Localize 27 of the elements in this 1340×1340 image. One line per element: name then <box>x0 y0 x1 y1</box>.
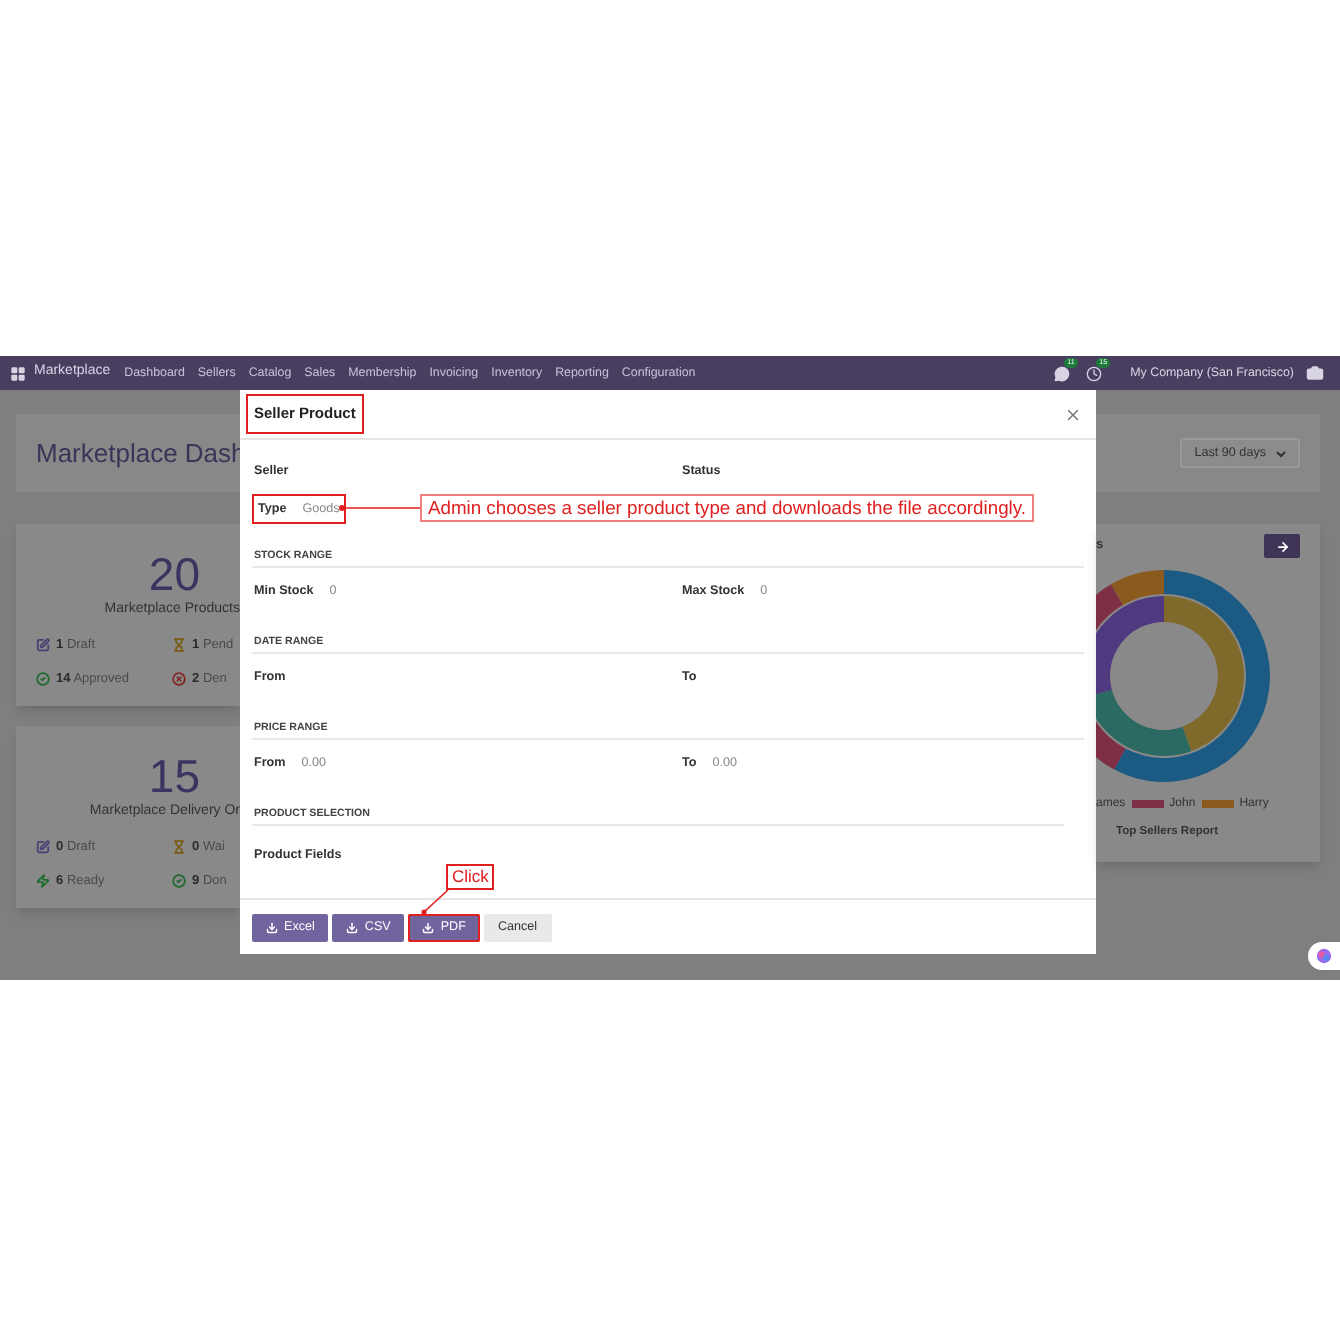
count-number: 15 <box>148 750 200 802</box>
bolt-icon <box>36 874 50 889</box>
floating-button[interactable] <box>1308 942 1340 970</box>
annotation-callout: Admin chooses a seller product type and downloads the file accordingly. <box>420 494 1034 522</box>
camera-icon[interactable] <box>1306 364 1324 382</box>
count-number: 20 <box>148 548 200 600</box>
download-icon <box>346 921 359 933</box>
check-circle-icon <box>36 672 50 687</box>
pencil-icon <box>36 638 50 653</box>
x-circle-icon <box>172 672 186 687</box>
arrow-button[interactable] <box>1264 534 1300 558</box>
check-circle-icon <box>172 874 186 889</box>
clock-icon[interactable] <box>1086 365 1103 381</box>
flower-icon <box>1316 948 1332 964</box>
download-icon <box>422 921 435 933</box>
leader-line <box>420 890 450 916</box>
download-icon <box>266 921 278 933</box>
leader-line <box>336 502 422 514</box>
chevron-down-icon <box>1276 449 1286 457</box>
close-icon[interactable] <box>1064 405 1082 423</box>
hourglass-icon <box>172 840 186 855</box>
hourglass-icon <box>172 638 186 653</box>
pencil-icon <box>36 840 50 855</box>
apps-menu-icon[interactable] <box>10 365 26 381</box>
annotation-callout: Click <box>446 864 495 890</box>
chat-icon[interactable] <box>1054 365 1071 381</box>
arrow-right-icon <box>1275 539 1289 553</box>
